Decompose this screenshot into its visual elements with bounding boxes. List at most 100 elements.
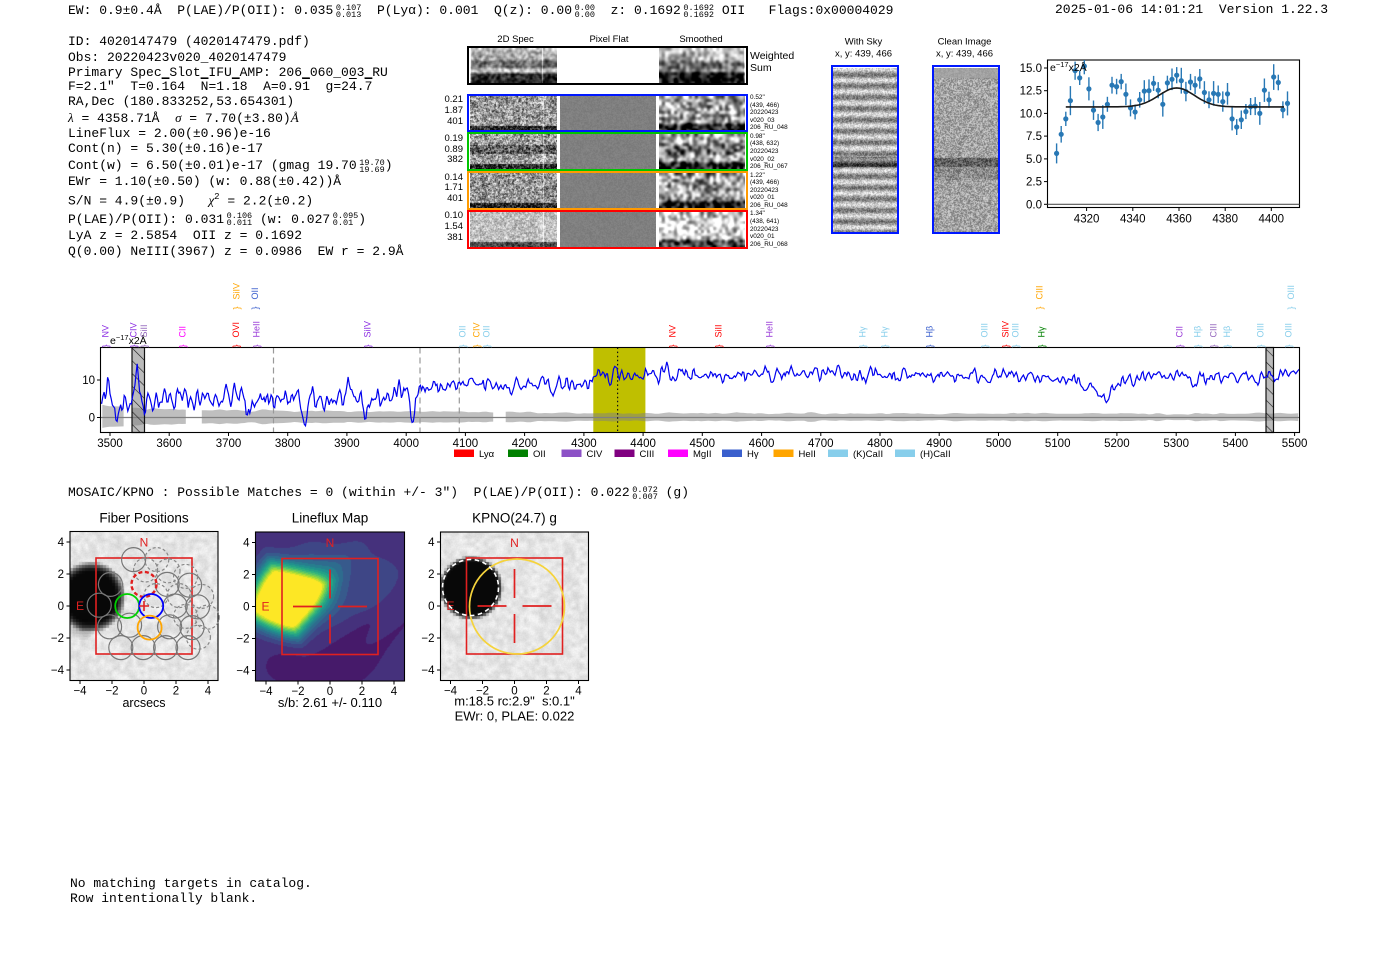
svg-text:arcsecs: arcsecs [122,696,165,710]
svg-text:OIII: OIII [979,323,989,338]
svg-text:−2: −2 [105,686,118,698]
svg-text:7.5: 7.5 [1026,131,1042,143]
svg-text:2: 2 [173,686,179,698]
svg-text:}: } [1174,344,1184,347]
svg-text:(K)CaII: (K)CaII [853,449,883,460]
svg-text:EWr: 0, PLAE: 0.022: EWr: 0, PLAE: 0.022 [455,709,575,724]
svg-text:4380: 4380 [1212,214,1238,226]
svg-text:4: 4 [243,538,250,550]
svg-text:OIII: OIII [1286,285,1296,300]
svg-text:KPNO(24.7) g: KPNO(24.7) g [472,511,557,526]
svg-text:5500: 5500 [1282,438,1308,450]
svg-text:0: 0 [58,601,64,613]
svg-text:5100: 5100 [1045,438,1071,450]
svg-text:NV: NV [667,325,677,338]
svg-text:}: } [1286,306,1296,309]
svg-text:SiIV: SiIV [1000,321,1010,338]
svg-text:}: } [857,344,867,347]
svg-text:4: 4 [428,537,435,549]
svg-text:−4: −4 [51,665,65,677]
svg-text:}: } [1036,344,1046,347]
svg-text:}: } [879,344,889,347]
svg-text:}: } [250,306,260,309]
svg-text:4400: 4400 [1259,214,1285,226]
svg-text:CIV: CIV [471,322,481,337]
svg-text:4320: 4320 [1074,214,1100,226]
svg-text:E: E [261,600,269,614]
svg-text:x, y: 439, 466: x, y: 439, 466 [835,49,892,60]
svg-text:4360: 4360 [1166,214,1192,226]
svg-text:Pixel Flat: Pixel Flat [589,34,628,45]
svg-text:4100: 4100 [453,438,479,450]
svg-text:15.0: 15.0 [1020,63,1042,75]
svg-text:4: 4 [575,686,582,698]
svg-text:x, y: 439, 466: x, y: 439, 466 [936,49,993,60]
svg-text:}: } [1010,344,1020,347]
svg-text:CIV: CIV [587,449,604,460]
svg-text:2: 2 [428,569,434,581]
svg-text:}: } [128,344,138,347]
svg-text:5200: 5200 [1104,438,1130,450]
svg-text:HeII: HeII [799,449,816,460]
svg-text:N: N [510,536,519,550]
svg-text:−4: −4 [236,666,250,678]
svg-text:CIV: CIV [128,322,138,337]
svg-text:OIII: OIII [1255,323,1265,338]
svg-text:CII: CII [1174,326,1184,338]
svg-text:With Sky: With Sky [845,37,883,48]
svg-text:Hβ: Hβ [1222,326,1232,338]
svg-text:4: 4 [391,686,398,698]
svg-text:0: 0 [428,601,434,613]
svg-text:5000: 5000 [986,438,1012,450]
svg-text:−2: −2 [421,633,434,645]
svg-text:4340: 4340 [1120,214,1146,226]
svg-text:−4: −4 [259,686,273,698]
svg-text:}: } [251,344,261,347]
svg-text:}: } [713,344,723,347]
svg-text:2: 2 [58,569,64,581]
svg-text:OII: OII [533,449,546,460]
svg-text:Hγ: Hγ [1036,326,1046,337]
svg-text:2: 2 [243,570,249,582]
svg-text:4000: 4000 [393,438,419,450]
svg-text:CIII: CIII [1208,323,1218,337]
svg-text:Smoothed: Smoothed [679,34,722,45]
svg-text:12.5: 12.5 [1020,86,1042,98]
svg-text:HeII: HeII [764,321,774,338]
svg-text:}: } [1034,306,1044,309]
svg-text:E: E [76,599,84,613]
svg-text:}: } [177,344,187,347]
svg-text:}: } [1000,344,1010,347]
svg-text:CIII: CIII [640,449,655,460]
svg-text:HeII: HeII [251,321,261,338]
svg-text:SiIV: SiIV [231,283,241,300]
svg-text:3900: 3900 [334,438,360,450]
svg-text:CII: CII [177,326,187,338]
svg-text:}: } [1222,344,1232,347]
svg-text:10: 10 [82,375,95,387]
svg-text:s/b: 2.61 +/- 0.110: s/b: 2.61 +/- 0.110 [278,695,382,710]
svg-text:OVI: OVI [231,322,241,338]
svg-text:0.0: 0.0 [1026,199,1042,211]
svg-text:}: } [362,344,372,347]
svg-text:}: } [231,344,241,347]
svg-text:}: } [924,344,934,347]
svg-text:}: } [1208,344,1218,347]
svg-text:Clean Image: Clean Image [938,37,992,48]
svg-text:0: 0 [89,413,95,425]
svg-text:}: } [1255,344,1265,347]
svg-text:}: } [667,344,677,347]
svg-text:Hγ: Hγ [857,326,867,337]
svg-text:−2: −2 [51,633,64,645]
svg-text:−4: −4 [73,686,87,698]
svg-text:OIII: OIII [1283,323,1293,338]
svg-text:N: N [326,536,335,550]
svg-text:N: N [140,536,149,550]
svg-text:}: } [100,344,110,347]
svg-text:Hγ: Hγ [879,326,889,337]
svg-text:(H)CaII: (H)CaII [920,449,951,460]
svg-text:CIII: CIII [1034,285,1044,299]
svg-text:3700: 3700 [216,438,242,450]
svg-text:3600: 3600 [156,438,182,450]
svg-text:3800: 3800 [275,438,301,450]
